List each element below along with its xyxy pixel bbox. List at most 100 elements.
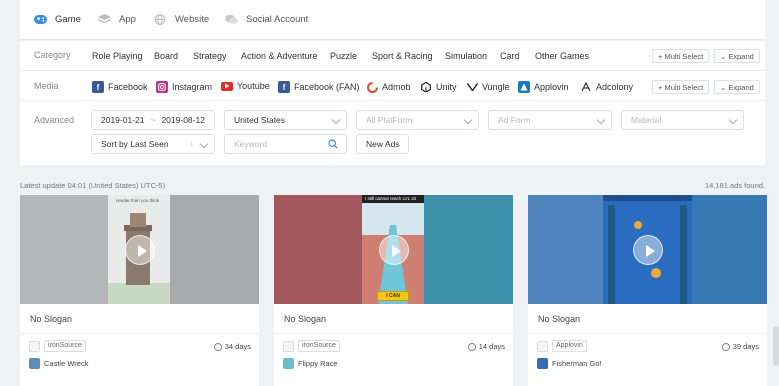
ad-days: 39 days	[732, 342, 759, 351]
app-name[interactable]: Flippy Race	[298, 359, 338, 368]
country-select[interactable]: United States	[224, 110, 347, 130]
applovin-icon	[518, 81, 530, 93]
clock-icon	[467, 342, 476, 351]
media-admob[interactable]: Admob	[366, 81, 411, 93]
date-range-input[interactable]: 2019-01-21 ~ 2019-08-12	[91, 110, 215, 130]
ad-form-select[interactable]: Ad Form	[488, 110, 612, 130]
category-role-playing[interactable]: Role Playing	[92, 51, 143, 61]
play-icon[interactable]	[379, 235, 409, 265]
media-label-admob: Admob	[382, 82, 411, 92]
media-facebook-fan[interactable]: f Facebook (FAN)	[278, 81, 360, 93]
type-tabs: Game App Website Social Account	[20, 0, 765, 40]
apple-icon	[283, 341, 294, 352]
tab-game[interactable]: Game	[34, 14, 81, 25]
chevron-down-icon	[596, 115, 606, 125]
chevron-down-icon	[728, 115, 738, 125]
ad-card[interactable]: Harder than you think No Slogan ironSour…	[20, 195, 259, 386]
category-card[interactable]: Card	[500, 51, 520, 61]
media-label: Media	[34, 81, 59, 91]
media-label-facebook: Facebook	[108, 82, 148, 92]
sort-arrow-icon: ↓	[189, 138, 195, 148]
latest-update-text: Latest update 04:01 (United States) UTC-…	[20, 181, 166, 190]
advanced-label: Advanced	[34, 115, 75, 125]
instagram-icon	[156, 81, 168, 93]
new-ads-toggle[interactable]: New Ads	[356, 134, 409, 154]
category-board[interactable]: Board	[154, 51, 178, 61]
category-simulation[interactable]: Simulation	[445, 51, 487, 61]
media-instagram[interactable]: Instagram	[156, 81, 212, 93]
media-facebook[interactable]: f Facebook	[92, 81, 148, 93]
media-label-applovin: Applovin	[534, 82, 569, 92]
media-vungle[interactable]: Vungle	[466, 81, 510, 93]
youtube-icon	[221, 81, 233, 91]
media-unity[interactable]: Unity	[420, 81, 457, 93]
chevron-down-icon	[463, 115, 473, 125]
media-label-instagram: Instagram	[172, 82, 213, 92]
gamepad-icon	[34, 14, 47, 25]
app-name[interactable]: Castle Wreck	[44, 359, 88, 368]
tab-label: Website	[175, 14, 210, 25]
unity-icon	[420, 81, 432, 93]
ad-card[interactable]: I still cannot reach LVL 22 I CAN No Slo…	[274, 195, 513, 386]
category-expand-button[interactable]: ⌄ Expand	[714, 49, 760, 63]
ad-network-badge: ironSource	[298, 340, 340, 352]
clock-icon	[213, 342, 222, 351]
material-select[interactable]: Material	[621, 110, 744, 130]
play-icon[interactable]	[125, 235, 155, 265]
ad-slogan: No Slogan	[30, 314, 73, 324]
play-icon[interactable]	[633, 235, 663, 265]
chat-icon	[225, 14, 238, 25]
card-divider	[274, 333, 513, 334]
category-action-adventure[interactable]: Action & Adventure	[241, 51, 318, 61]
category-other-games[interactable]: Other Games	[535, 51, 589, 61]
media-multi-select-button[interactable]: + Multi Select	[652, 80, 710, 94]
category-strategy[interactable]: Strategy	[193, 51, 227, 61]
thumbnail-overlay-text: I still cannot reach LVL 22	[365, 196, 417, 201]
apple-icon	[29, 341, 40, 352]
app-icon	[283, 358, 294, 369]
media-adcolony[interactable]: Adcolony	[580, 81, 633, 93]
keyword-input[interactable]: Keyword	[224, 134, 347, 154]
new-ads-label: New Ads	[366, 139, 400, 149]
chevron-down-icon	[331, 115, 341, 125]
apple-icon	[537, 341, 548, 352]
filter-panel: Category Role Playing Board Strategy Act…	[20, 41, 765, 165]
media-expand-button[interactable]: ⌄ Expand	[714, 80, 760, 94]
country-value: United States	[234, 115, 286, 125]
search-icon[interactable]	[328, 139, 338, 151]
ad-slogan: No Slogan	[538, 314, 581, 324]
app-name[interactable]: Fisherman Go!	[552, 359, 602, 368]
ad-video-thumbnail[interactable]	[528, 195, 767, 304]
tab-label: App	[119, 14, 136, 25]
row-divider	[20, 100, 765, 101]
platform-select[interactable]: All PlatForm	[356, 110, 479, 130]
media-youtube[interactable]: Youtube	[221, 81, 270, 91]
facebook-icon: f	[92, 81, 104, 93]
date-separator: ~	[150, 115, 156, 125]
ad-days: 34 days	[224, 342, 251, 351]
app-stack-icon	[97, 14, 112, 25]
ads-found-count: 14,181 ads found.	[704, 181, 765, 190]
date-end: 2019-08-12	[161, 115, 205, 125]
media-applovin[interactable]: Applovin	[518, 81, 569, 93]
ad-video-thumbnail[interactable]: Harder than you think	[20, 195, 259, 304]
tab-label: Game	[55, 14, 81, 25]
category-sport-racing[interactable]: Sport & Racing	[372, 51, 433, 61]
media-label-vungle: Vungle	[482, 82, 510, 92]
sort-select[interactable]: Sort by Last Seen ↓	[91, 134, 215, 154]
scrollbar[interactable]	[773, 326, 779, 366]
vungle-icon	[466, 81, 478, 93]
ad-video-thumbnail[interactable]: I still cannot reach LVL 22 I CAN	[274, 195, 513, 304]
tab-social-account[interactable]: Social Account	[225, 14, 308, 25]
admob-icon	[366, 81, 378, 93]
ad-slogan: No Slogan	[284, 314, 327, 324]
category-multi-select-button[interactable]: + Multi Select	[652, 49, 710, 63]
category-label: Category	[34, 50, 71, 60]
tab-website[interactable]: Website	[154, 14, 209, 25]
media-label-youtube: Youtube	[237, 81, 270, 91]
category-puzzle[interactable]: Puzzle	[330, 51, 357, 61]
ad-card[interactable]: No Slogan Applovin 39 days Fisherman Go!	[528, 195, 767, 386]
tab-label: Social Account	[246, 14, 309, 25]
tab-app[interactable]: App	[97, 14, 136, 25]
ad-duration: 34 days	[213, 342, 251, 351]
